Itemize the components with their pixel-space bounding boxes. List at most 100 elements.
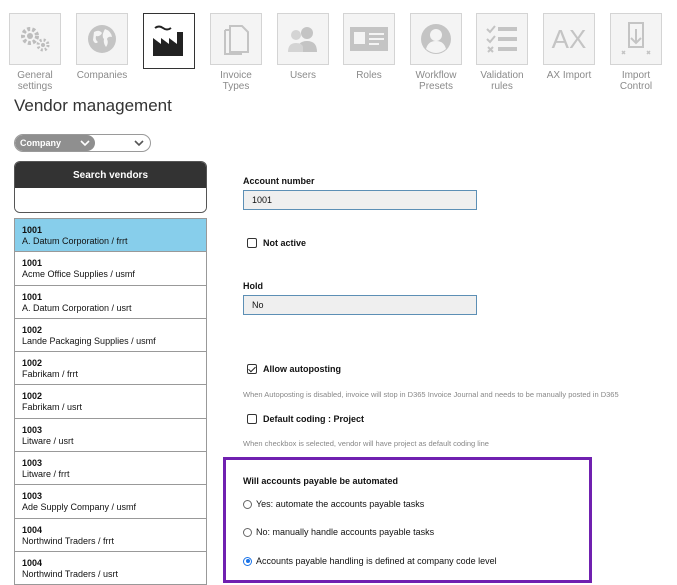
nav-label: Validation rules: [480, 70, 524, 92]
nav-label: Companies: [76, 70, 128, 81]
nav-tile: [410, 13, 462, 65]
user-circle-icon: [421, 24, 451, 54]
vendor-id: 1001: [22, 258, 43, 269]
checklist-icon: [486, 25, 517, 53]
vendor-name: Ade Supply Company / usmf: [22, 502, 137, 513]
globe-icon: [88, 25, 116, 53]
vendor-name: Northwind Traders / frrt: [22, 535, 115, 546]
vendor-name: Litware / usrt: [22, 435, 74, 446]
nav-label: Roles: [356, 70, 382, 81]
nav-invoice-types[interactable]: Invoice Types: [203, 13, 269, 92]
vendor-id: 1001: [22, 225, 43, 235]
nav-import-control[interactable]: Import Control: [603, 13, 669, 92]
checkbox-box[interactable]: [247, 414, 257, 424]
allow-autoposting-checkbox[interactable]: Allow autoposting: [247, 364, 341, 374]
vendor-search: Search vendors: [14, 161, 207, 213]
nav-tile: [343, 13, 395, 65]
not-active-checkbox[interactable]: Not active: [247, 238, 306, 248]
vendor-name: A. Datum Corporation / usrt: [22, 302, 132, 313]
default-coding-hint: When checkbox is selected, vendor will h…: [243, 439, 489, 448]
nav-tile: [76, 13, 128, 65]
nav-tile: AX: [543, 13, 595, 65]
checkbox-box[interactable]: [247, 238, 257, 248]
company-filter[interactable]: Company: [14, 134, 151, 152]
company-filter-dropdown[interactable]: [95, 135, 150, 151]
list-item[interactable]: 1001 A. Datum Corporation / frrt: [15, 219, 206, 253]
list-item[interactable]: 1002 Lande Packaging Supplies / usmf: [15, 319, 206, 353]
company-filter-label: Company: [20, 138, 62, 148]
vendor-id: 1002: [22, 358, 43, 369]
vendor-name: Fabrikam / frrt: [22, 369, 79, 380]
vendor-name: Lande Packaging Supplies / usmf: [22, 335, 156, 346]
list-item[interactable]: 1002 Fabrikam / usrt: [15, 385, 206, 419]
nav-companies[interactable]: Companies: [69, 13, 135, 81]
import-icon: [621, 22, 651, 55]
ap-option-yes[interactable]: Yes: automate the accounts payable tasks: [243, 499, 424, 509]
hold-label: Hold: [243, 281, 263, 291]
vendor-id: 1002: [22, 324, 43, 335]
gear-icon: [21, 27, 50, 52]
ap-option-company-level[interactable]: Accounts payable handling is defined at …: [243, 556, 497, 566]
page-title: Vendor management: [14, 96, 172, 115]
list-item[interactable]: 1003 Litware / usrt: [15, 419, 206, 453]
nav-tile: [610, 13, 662, 65]
nav-tile: [476, 13, 528, 65]
vendor-name: Litware / frrt: [22, 469, 70, 480]
nav-workflow-presets[interactable]: Workflow Presets: [403, 13, 469, 92]
nav-label: General settings: [17, 70, 53, 92]
nav-tile: [143, 13, 195, 69]
checkbox-box[interactable]: [247, 364, 257, 374]
list-item[interactable]: 1002 Fabrikam / frrt: [15, 352, 206, 386]
vendor-id: 1003: [22, 491, 43, 502]
nav-users[interactable]: Users: [270, 13, 336, 81]
allow-autoposting-label: Allow autoposting: [263, 364, 341, 374]
vendor-id: 1001: [22, 291, 43, 302]
ax-icon: AX: [551, 23, 587, 54]
vendor-id: 1004: [22, 524, 43, 535]
vendor-name: Fabrikam / usrt: [22, 402, 83, 413]
not-active-label: Not active: [263, 238, 307, 248]
hold-field[interactable]: No: [243, 295, 477, 315]
vendor-list: 1001 A. Datum Corporation / frrt 1001 Ac…: [14, 218, 207, 585]
factory-icon: [153, 25, 183, 56]
vendor-name: Acme Office Supplies / usmf: [22, 269, 135, 280]
nav-label: Users: [289, 70, 317, 81]
chevron-down-icon: [80, 140, 90, 147]
nav-general-settings[interactable]: General settings: [2, 13, 68, 92]
radio-button[interactable]: [243, 527, 252, 537]
nav-roles[interactable]: Roles: [336, 13, 402, 81]
nav-vendors[interactable]: [136, 13, 202, 74]
search-input[interactable]: [15, 188, 206, 212]
vendor-id: 1003: [22, 458, 43, 469]
nav-label: Import Control: [619, 70, 653, 92]
list-item[interactable]: 1004 Northwind Traders / frrt: [15, 519, 206, 552]
nav-tile: [210, 13, 262, 65]
ap-title: Will accounts payable be automated: [243, 476, 398, 486]
vendor-id: 1002: [22, 391, 43, 402]
list-item[interactable]: 1004 Northwind Traders / usrt: [15, 552, 206, 585]
search-title: Search vendors: [15, 162, 206, 188]
nav-ax-import[interactable]: AX AX Import: [536, 13, 602, 81]
vendor-name: Northwind Traders / usrt: [22, 568, 119, 579]
company-filter-selected[interactable]: Company: [15, 135, 95, 151]
radio-button[interactable]: [243, 556, 252, 566]
ap-option-no[interactable]: No: manually handle accounts payable tas…: [243, 527, 434, 537]
nav-tile: [277, 13, 329, 65]
id-card-icon: [350, 27, 388, 51]
list-item[interactable]: 1001 A. Datum Corporation / usrt: [15, 286, 206, 319]
vendor-id: 1004: [22, 557, 43, 568]
nav-validation-rules[interactable]: Validation rules: [469, 13, 535, 92]
vendor-name: A. Datum Corporation / frrt: [22, 236, 128, 246]
ap-option-label: Accounts payable handling is defined at …: [256, 556, 497, 566]
account-number-field[interactable]: 1001: [243, 190, 477, 210]
chevron-down-icon: [134, 140, 144, 147]
nav-label: Invoice Types: [220, 70, 252, 92]
top-nav: General settings Companies Invoice Types: [0, 0, 677, 96]
ap-option-label: Yes: automate the accounts payable tasks: [256, 499, 425, 509]
list-item[interactable]: 1001 Acme Office Supplies / usmf: [15, 252, 206, 286]
nav-tile: [9, 13, 61, 65]
list-item[interactable]: 1003 Litware / frrt: [15, 452, 206, 486]
list-item[interactable]: 1003 Ade Supply Company / usmf: [15, 485, 206, 519]
radio-button[interactable]: [243, 499, 252, 509]
default-coding-checkbox[interactable]: Default coding : Project: [247, 414, 364, 424]
